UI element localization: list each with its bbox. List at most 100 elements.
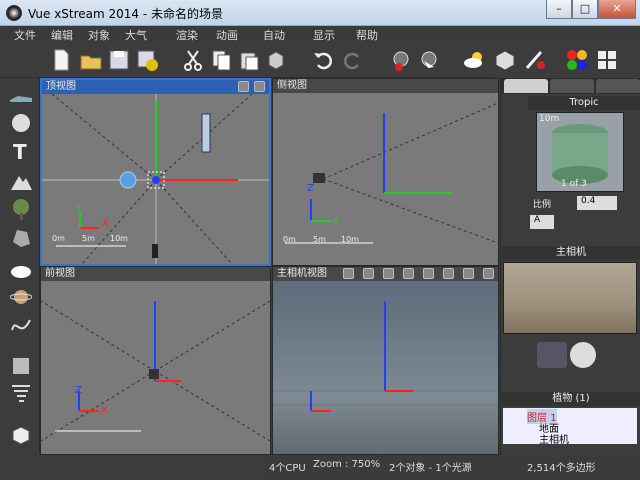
panel-tabs: [500, 78, 640, 94]
camera-tool-icon[interactable]: [343, 268, 354, 279]
copy-icon[interactable]: [208, 47, 234, 73]
menu-display[interactable]: 显示: [313, 27, 335, 43]
grid-view-icon[interactable]: [594, 47, 620, 73]
brush-icon[interactable]: [522, 47, 548, 73]
camera-orbit-control[interactable]: [537, 342, 567, 368]
close-button[interactable]: ✕: [598, 0, 636, 19]
save-as-icon[interactable]: [134, 47, 160, 73]
axis-y-label: Y: [333, 217, 340, 228]
camera-tool-icon[interactable]: [403, 268, 414, 279]
main-toolbar: [0, 42, 500, 78]
status-objects: 2个对象 - 1个光源: [389, 463, 472, 474]
atmosphere-icon[interactable]: [462, 47, 488, 73]
material-palette-icon[interactable]: [564, 47, 590, 73]
axis-z-label: Z: [307, 183, 314, 194]
cloud-icon[interactable]: [10, 258, 32, 280]
open-scene-icon[interactable]: [78, 47, 104, 73]
save-scene-icon[interactable]: [106, 47, 132, 73]
camera-tool-icon[interactable]: [483, 268, 494, 279]
camera-viewport-canvas: [273, 301, 498, 424]
tree-icon[interactable]: [10, 198, 32, 220]
top-viewport[interactable]: 顶视图 Y X 0m 5m 10m: [40, 78, 271, 266]
planet-icon[interactable]: [9, 286, 33, 308]
menu-automation[interactable]: 自动: [263, 27, 285, 43]
camera-rotate-icon[interactable]: [570, 342, 596, 368]
app-window: Vue xStream 2014 - 未命名的场景 – □ ✕ 文件 编辑 对象…: [0, 0, 640, 480]
sphere-icon[interactable]: [10, 112, 32, 134]
scale-tick-0: 0m: [283, 235, 296, 244]
maximize-button[interactable]: □: [572, 0, 598, 19]
camera-preview: [503, 262, 637, 334]
paste-icon[interactable]: [236, 47, 262, 73]
plants-header: 植物 (1): [502, 392, 640, 406]
side-viewport[interactable]: 侧视图 Z Y 0m 5m 10m: [272, 78, 499, 266]
layer-dropdown[interactable]: A: [530, 215, 554, 229]
viewport-title: 顶视图: [42, 80, 269, 94]
app-logo-icon: [6, 5, 22, 21]
camera-tool-icon[interactable]: [383, 268, 394, 279]
axis-x-label: X: [102, 218, 109, 229]
menu-file[interactable]: 文件: [14, 27, 36, 43]
menu-animation[interactable]: 动画: [216, 27, 238, 43]
camera-tool-icon[interactable]: [363, 268, 374, 279]
viewport-title: 侧视图: [273, 79, 498, 93]
title-bar: Vue xStream 2014 - 未命名的场景 – □ ✕: [0, 0, 640, 26]
render-area-icon[interactable]: [416, 47, 442, 73]
ecosystem-icon[interactable]: [10, 354, 32, 376]
scale-tick-5: 5m: [313, 235, 326, 244]
tornado-icon[interactable]: [10, 382, 32, 404]
front-viewport[interactable]: 前视图 Z X: [40, 266, 271, 455]
pager: 1 of 3: [561, 179, 587, 189]
mountain-icon[interactable]: [10, 170, 32, 192]
menu-bar: 文件 编辑 对象 大气 渲染 动画 自动 显示 帮助: [0, 26, 640, 42]
window-title: Vue xStream 2014 - 未命名的场景: [28, 7, 224, 21]
cube-icon[interactable]: [10, 424, 32, 446]
menu-edit[interactable]: 编辑: [51, 27, 73, 43]
camera-tool-icon[interactable]: [423, 268, 434, 279]
camera-viewport[interactable]: 主相机视图: [272, 266, 499, 455]
left-object-toolbar: T: [0, 78, 40, 454]
spline-icon[interactable]: [10, 314, 32, 336]
camera-tool-icon[interactable]: [463, 268, 474, 279]
undo-icon[interactable]: [310, 47, 336, 73]
scale-value-field[interactable]: 0.4: [577, 196, 617, 210]
scale-tick-0: 0m: [52, 234, 65, 243]
camera-tool-icon[interactable]: [443, 268, 454, 279]
terrain-plane-icon[interactable]: [10, 86, 32, 108]
menu-atmosphere[interactable]: 大气: [125, 27, 147, 43]
menu-help[interactable]: 帮助: [356, 27, 378, 43]
status-bar: 4个CPU Zoom : 750% 2个对象 - 1个光源 2,514个多边形: [265, 455, 640, 480]
minimize-button[interactable]: –: [546, 0, 572, 19]
object-cube-icon[interactable]: [492, 47, 518, 73]
top-viewport-canvas: [42, 94, 269, 264]
duplicate-icon[interactable]: [264, 47, 290, 73]
material-preview[interactable]: 10m 1 of 3: [536, 112, 624, 192]
tab-materials[interactable]: [504, 79, 548, 93]
scale-tick-5: 5m: [82, 234, 95, 243]
layer-tree: 图层 1 地面 主相机: [503, 408, 637, 446]
tab-scale[interactable]: [550, 79, 594, 93]
tab-camera[interactable]: [596, 79, 640, 93]
rock-icon[interactable]: [10, 226, 32, 248]
camera-panel-header: 主相机: [502, 246, 640, 260]
scale-tick-10: 10m: [341, 235, 359, 244]
svg-text:T: T: [13, 140, 27, 162]
front-viewport-canvas: [41, 300, 270, 442]
viewport-maximize-icon[interactable]: [254, 81, 265, 92]
status-polygons: 2,514个多边形: [527, 463, 596, 474]
viewport-menu-icon[interactable]: [238, 81, 249, 92]
cut-icon[interactable]: [180, 47, 206, 73]
axis-z-label: Z: [75, 385, 82, 396]
scale-label: 比例: [533, 200, 552, 210]
menu-render[interactable]: 渲染: [176, 27, 198, 43]
redo-icon[interactable]: [340, 47, 366, 73]
axis-x-label: X: [101, 405, 108, 416]
material-name: Tropic: [528, 96, 640, 110]
menu-object[interactable]: 对象: [88, 27, 110, 43]
new-scene-icon[interactable]: [48, 47, 74, 73]
status-zoom: Zoom : 750%: [313, 459, 381, 470]
text-icon[interactable]: T: [10, 140, 32, 164]
render-icon[interactable]: [388, 47, 414, 73]
tree-item-camera[interactable]: 主相机: [539, 431, 569, 446]
status-cpu: 4个CPU: [269, 463, 306, 474]
